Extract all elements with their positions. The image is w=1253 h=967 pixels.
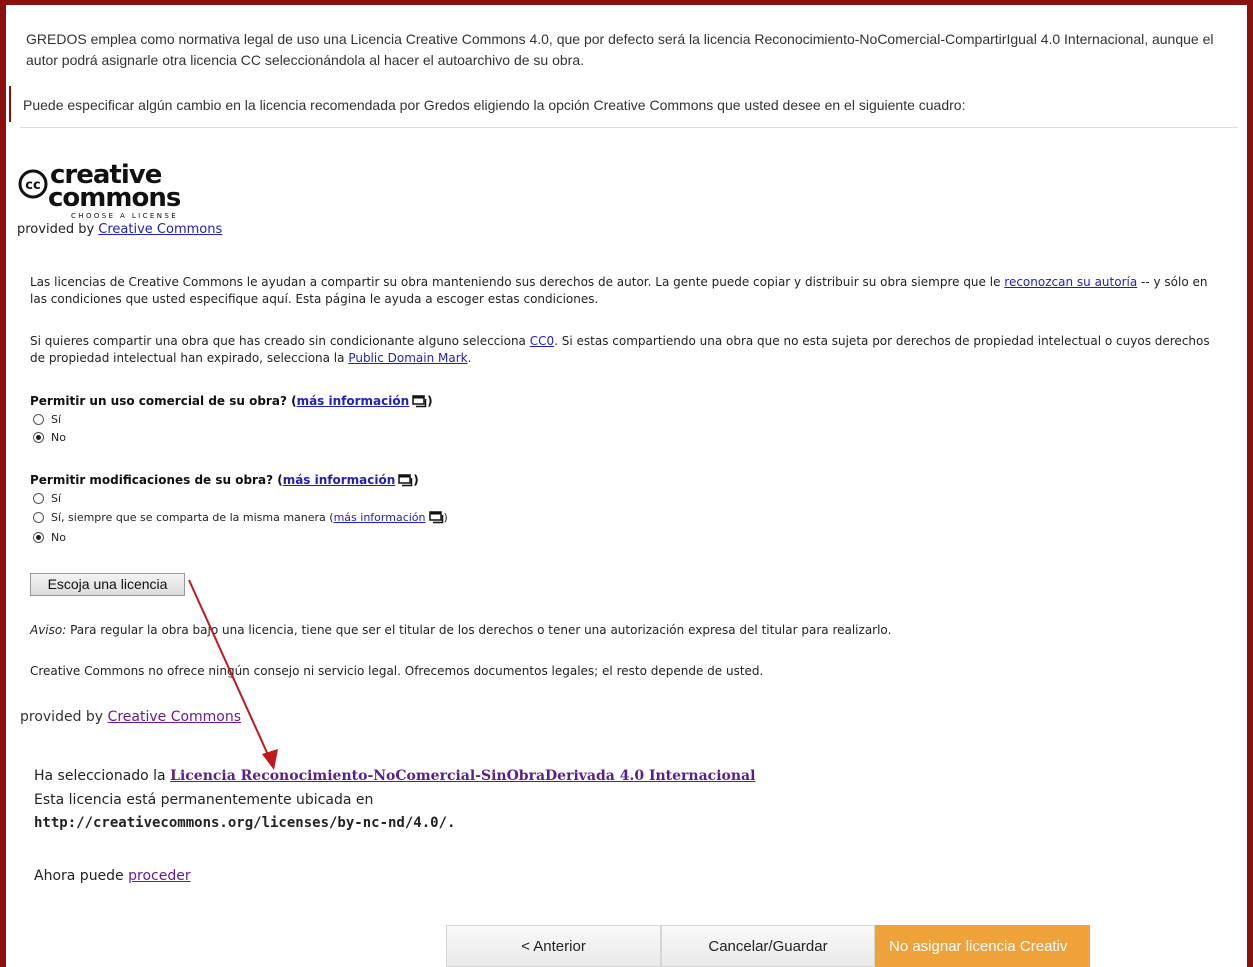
- radio-modifications-share-alike[interactable]: [33, 512, 44, 523]
- option-label: Sí: [51, 413, 62, 426]
- para2-text-c: .: [467, 351, 472, 365]
- choose-license-button[interactable]: Escoja una licencia: [30, 573, 185, 596]
- creative-commons-logo: cc creative commons CHOOSE A LICENSE: [18, 160, 182, 220]
- intro-paragraph: Las licencias de Creative Commons le ayu…: [30, 274, 1225, 308]
- aviso-text: Para regular la obra bajo una licencia, …: [66, 623, 892, 637]
- previous-button[interactable]: < Anterior: [446, 925, 661, 967]
- creative-commons-link-bottom[interactable]: Creative Commons: [108, 709, 242, 725]
- commercial-option-yes[interactable]: Sí: [33, 413, 61, 426]
- question-modifications-label: Permitir modificaciones de su obra?: [30, 473, 274, 487]
- more-info-commercial-link[interactable]: más información: [297, 394, 410, 408]
- popup-window-icon: [412, 395, 427, 408]
- para1-text-a: Las licencias de Creative Commons le ayu…: [30, 275, 1005, 289]
- radio-commercial-yes[interactable]: [33, 414, 44, 425]
- intro-text: GREDOS emplea como normativa legal de us…: [26, 31, 1214, 68]
- question-commercial-label: Permitir un uso comercial de su obra?: [30, 394, 287, 408]
- selected-prefix: Ha seleccionado la: [34, 768, 171, 784]
- radio-modifications-yes[interactable]: [33, 493, 44, 504]
- cc0-link[interactable]: CC0: [530, 334, 554, 348]
- more-info-share-alike-link[interactable]: más información: [334, 511, 426, 524]
- selected-license-line: Ha seleccionado la Licencia Reconocimien…: [34, 768, 755, 784]
- creative-commons-link-top[interactable]: Creative Commons: [98, 222, 222, 237]
- selected-license-link[interactable]: Licencia Reconocimiento-NoComercial-SinO…: [170, 768, 755, 784]
- proceed-prefix: Ahora puede: [34, 868, 129, 884]
- left-marker: [9, 86, 11, 122]
- option-label: No: [51, 431, 66, 444]
- license-location-text: Esta licencia está permanentemente ubica…: [34, 792, 374, 808]
- aviso-notice: Aviso: Para regular la obra bajo una lic…: [30, 623, 891, 637]
- license-url-suffix: .: [447, 815, 456, 831]
- modifications-option-share-alike[interactable]: Sí, siempre que se comparta de la misma …: [33, 511, 448, 524]
- navigation-bar: < Anterior Cancelar/Guardar No asignar l…: [446, 925, 1090, 967]
- question-modifications: Permitir modificaciones de su obra? (más…: [30, 473, 419, 487]
- more-info-modifications-link[interactable]: más información: [283, 473, 396, 487]
- cancel-save-button[interactable]: Cancelar/Guardar: [661, 925, 875, 967]
- provided-by-prefix: provided by: [20, 709, 104, 725]
- radio-commercial-no[interactable]: [33, 432, 44, 443]
- modifications-option-yes[interactable]: Sí: [33, 492, 61, 505]
- question-commercial: Permitir un uso comercial de su obra? (m…: [30, 394, 433, 408]
- public-domain-mark-link[interactable]: Public Domain Mark: [348, 351, 467, 365]
- modifications-option-no[interactable]: No: [33, 531, 66, 544]
- no-license-button[interactable]: No asignar licencia Creativ: [875, 925, 1090, 967]
- license-url-text: http://creativecommons.org/licenses/by-n…: [34, 815, 448, 831]
- option-label: Sí, siempre que se comparta de la misma …: [51, 511, 326, 524]
- popup-window-icon: [398, 474, 413, 487]
- para2-text-a: Si quieres compartir una obra que has cr…: [30, 334, 530, 348]
- reconozcan-autoria-link[interactable]: reconozcan su autoría: [1004, 275, 1137, 289]
- cc-icon: cc: [25, 178, 40, 193]
- popup-window-icon: [428, 511, 443, 524]
- provided-by-prefix: provided by: [17, 222, 95, 237]
- proceed-line: Ahora puede proceder: [34, 868, 191, 884]
- commercial-option-no[interactable]: No: [33, 431, 66, 444]
- intro-instruction: Puede especificar algún cambio en la lic…: [23, 97, 966, 113]
- proceed-link[interactable]: proceder: [128, 868, 190, 884]
- divider: [20, 127, 1238, 128]
- logo-commons: commons: [48, 183, 181, 213]
- logo-tagline: CHOOSE A LICENSE: [71, 212, 178, 220]
- provided-by-bottom: provided by Creative Commons: [20, 709, 241, 725]
- legal-disclaimer: Creative Commons no ofrece ningún consej…: [30, 664, 764, 678]
- provided-by-top: provided by Creative Commons: [17, 222, 222, 237]
- option-label: No: [51, 531, 66, 544]
- radio-modifications-no[interactable]: [33, 532, 44, 543]
- aviso-label: Aviso:: [30, 623, 67, 637]
- license-url: http://creativecommons.org/licenses/by-n…: [34, 815, 455, 831]
- option-label: Sí: [51, 492, 62, 505]
- cc0-paragraph: Si quieres compartir una obra que has cr…: [30, 333, 1225, 367]
